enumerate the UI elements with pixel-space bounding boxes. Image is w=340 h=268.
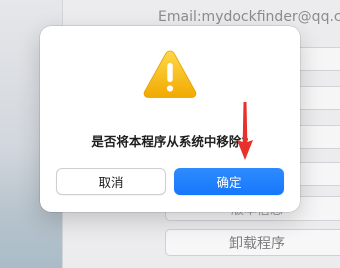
uninstall-button-label: 卸载程序 [229, 235, 285, 252]
cancel-button[interactable]: 取消 [56, 168, 166, 195]
alert-dialog: 是否将本程序从系统中移除? 取消 确定 [40, 26, 300, 212]
email-label: Email:mydockfinder@qq.c [158, 9, 340, 25]
red-arrow-down-icon [237, 102, 253, 160]
confirm-button-label: 确定 [216, 175, 242, 190]
uninstall-button[interactable]: 卸载程序 [165, 229, 340, 256]
warning-triangle-icon [143, 50, 197, 98]
confirm-button[interactable]: 确定 [174, 168, 284, 195]
cancel-button-label: 取消 [98, 175, 124, 190]
dialog-message: 是否将本程序从系统中移除? [91, 134, 249, 149]
